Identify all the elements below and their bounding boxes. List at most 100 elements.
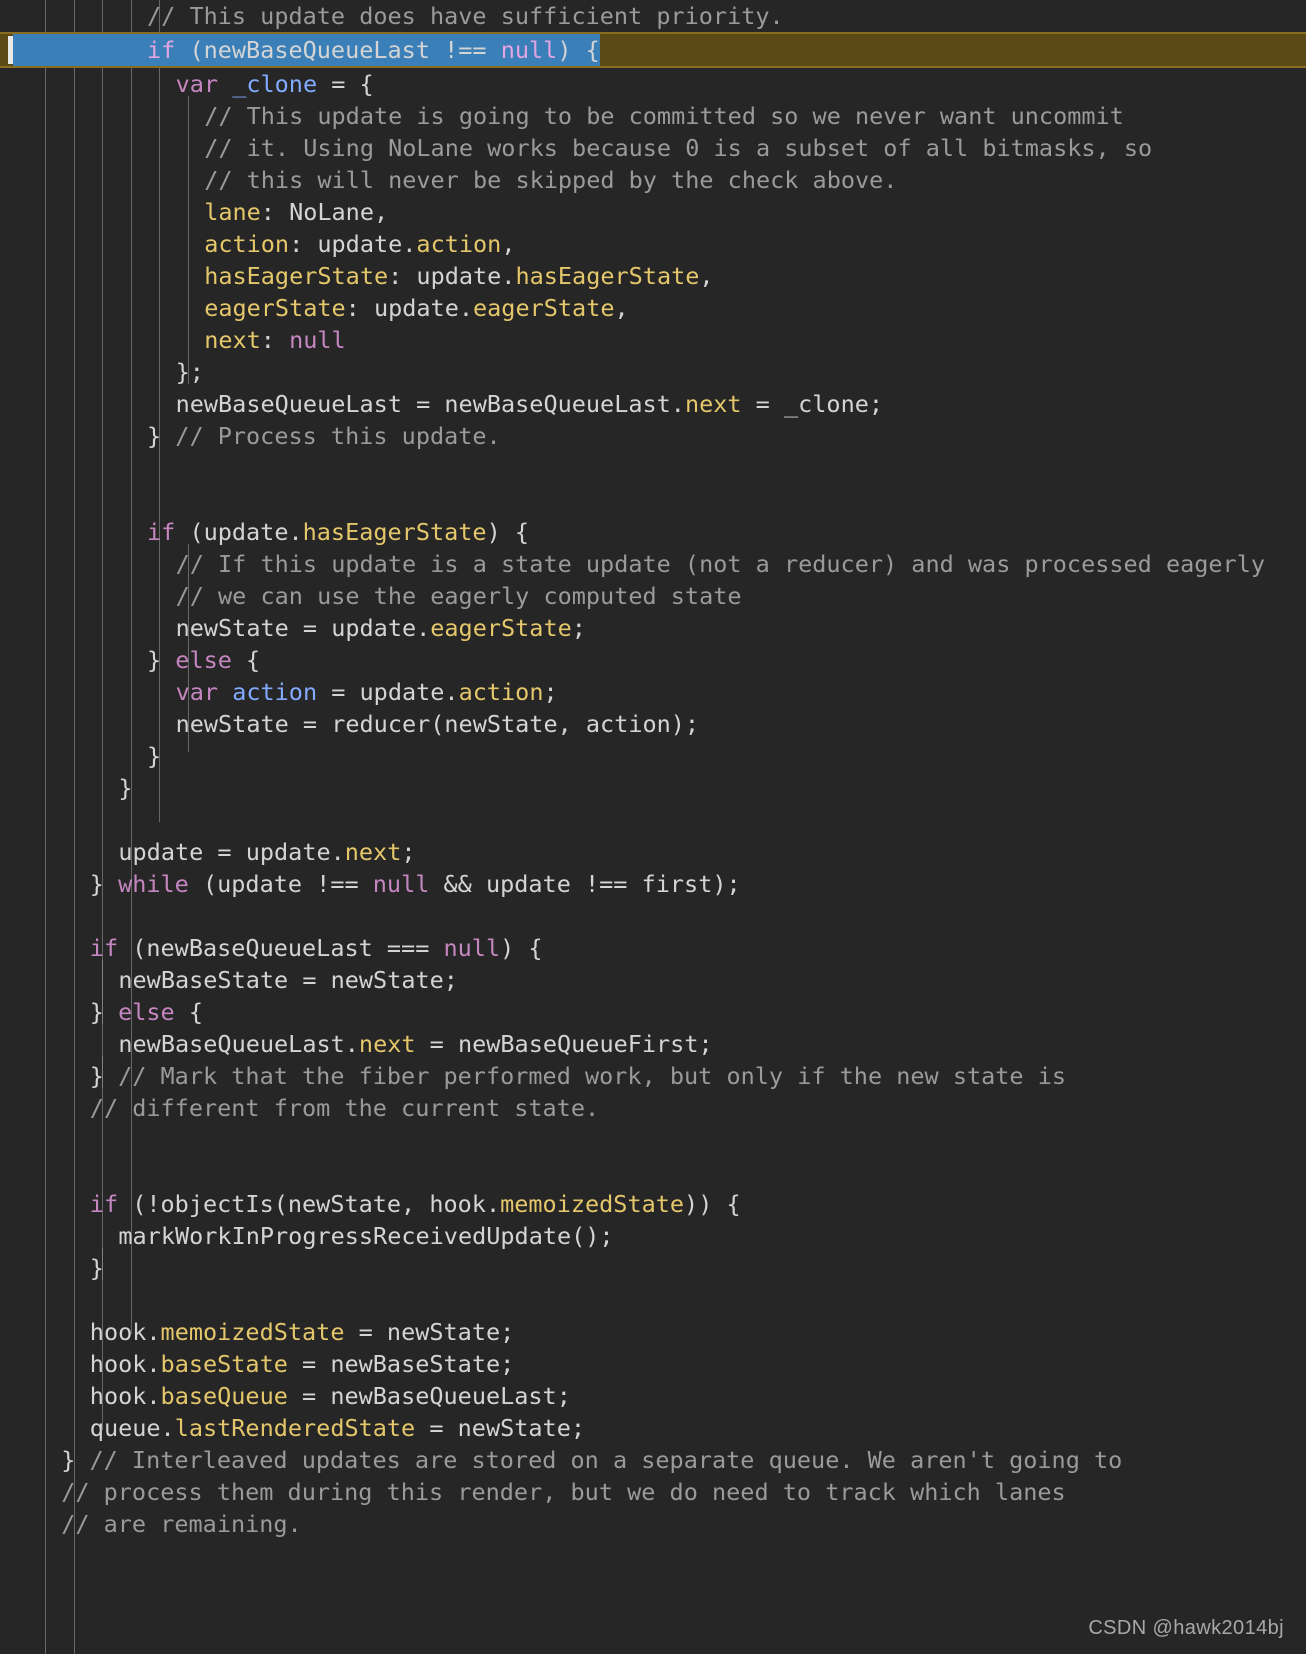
token-pl: : update.: [345, 294, 474, 322]
token-pr: baseState: [160, 1350, 288, 1378]
code-line[interactable]: var action = update.action;: [0, 676, 1306, 708]
token-kw: null: [500, 36, 558, 64]
code-line-text: var action = update.action;: [172, 676, 558, 708]
code-line[interactable]: } // Mark that the fiber performed work,…: [0, 1060, 1306, 1092]
code-line[interactable]: hook.baseState = newBaseState;: [0, 1348, 1306, 1380]
token-vr: action: [232, 678, 318, 706]
code-line[interactable]: // we can use the eagerly computed state: [0, 580, 1306, 612]
token-pr: action: [204, 230, 290, 258]
code-line-text: newState = reducer(newState, action);: [172, 708, 699, 740]
code-line-text: newState = update.eagerState;: [172, 612, 586, 644]
token-pl: (update.: [175, 518, 303, 546]
code-line[interactable]: next: null: [0, 324, 1306, 356]
code-line-text: // are remaining.: [57, 1508, 302, 1540]
code-editor[interactable]: // This update does have sufficient prio…: [0, 0, 1306, 1654]
code-line[interactable]: lane: NoLane,: [0, 196, 1306, 228]
code-line[interactable]: newBaseQueueLast = newBaseQueueLast.next…: [0, 388, 1306, 420]
code-line[interactable]: } while (update !== null && update !== f…: [0, 868, 1306, 900]
code-line-text: } // Mark that the fiber performed work,…: [86, 1060, 1066, 1092]
code-line-text: if (update.hasEagerState) {: [143, 516, 529, 548]
code-line[interactable]: queue.lastRenderedState = newState;: [0, 1412, 1306, 1444]
token-pl: (!objectIs(newState, hook.: [118, 1190, 501, 1218]
code-line[interactable]: // are remaining.: [0, 1508, 1306, 1540]
token-pr: next: [204, 326, 261, 354]
token-c: // Process this update.: [175, 422, 501, 450]
code-line-text: eagerState: update.eagerState,: [200, 292, 628, 324]
code-content[interactable]: // This update does have sufficient prio…: [0, 0, 1306, 1540]
token-c: // we can use the eagerly computed state: [175, 582, 742, 610]
code-line[interactable]: }: [0, 740, 1306, 772]
token-pl: (newBaseQueueLast !==: [175, 36, 501, 64]
token-pl: ,: [614, 294, 629, 322]
token-pl: ,: [501, 230, 516, 258]
code-line[interactable]: [0, 1124, 1306, 1156]
token-pl: (newBaseQueueLast ===: [118, 934, 444, 962]
token-pl: }: [147, 646, 176, 674]
token-pr: memoizedState: [500, 1190, 685, 1218]
token-pl: : update.: [388, 262, 516, 290]
code-line-text: newBaseQueueLast = newBaseQueueLast.next…: [172, 388, 883, 420]
code-line[interactable]: hasEagerState: update.hasEagerState,: [0, 260, 1306, 292]
token-c: // process them during this render, but …: [61, 1478, 1066, 1506]
token-pr: action: [458, 678, 544, 706]
code-line[interactable]: // This update does have sufficient prio…: [0, 0, 1306, 32]
code-line[interactable]: hook.memoizedState = newState;: [0, 1316, 1306, 1348]
code-line-text: // this will never be skipped by the che…: [200, 164, 897, 196]
code-line[interactable]: };: [0, 356, 1306, 388]
code-line[interactable]: [0, 804, 1306, 836]
token-kw: null: [443, 934, 501, 962]
token-pl: update = update.: [118, 838, 345, 866]
code-line[interactable]: [0, 484, 1306, 516]
code-line[interactable]: // this will never be skipped by the che…: [0, 164, 1306, 196]
code-line[interactable]: [0, 1284, 1306, 1316]
code-line[interactable]: action: update.action,: [0, 228, 1306, 260]
code-line-text: } while (update !== null && update !== f…: [86, 868, 741, 900]
code-line[interactable]: } else {: [0, 996, 1306, 1028]
code-line[interactable]: newState = update.eagerState;: [0, 612, 1306, 644]
code-line[interactable]: update = update.next;: [0, 836, 1306, 868]
code-line[interactable]: // If this update is a state update (not…: [0, 548, 1306, 580]
code-line[interactable]: eagerState: update.eagerState,: [0, 292, 1306, 324]
token-pl: )) {: [684, 1190, 741, 1218]
token-pl: ;: [401, 838, 416, 866]
code-line[interactable]: } // Process this update.: [0, 420, 1306, 452]
token-pr: eagerState: [473, 294, 615, 322]
code-line[interactable]: if (newBaseQueueLast === null) {: [0, 932, 1306, 964]
code-line[interactable]: // process them during this render, but …: [0, 1476, 1306, 1508]
token-pl: }: [89, 1254, 104, 1282]
code-line-text: if (!objectIs(newState, hook.memoizedSta…: [86, 1188, 741, 1220]
code-line[interactable]: [0, 452, 1306, 484]
token-c: // This update does have sufficient prio…: [147, 2, 784, 30]
code-line-text: next: null: [200, 324, 345, 356]
code-line[interactable]: if (update.hasEagerState) {: [0, 516, 1306, 548]
code-line[interactable]: hook.baseQueue = newBaseQueueLast;: [0, 1380, 1306, 1412]
code-line[interactable]: } else {: [0, 644, 1306, 676]
token-pl: = newState;: [344, 1318, 515, 1346]
token-pl: newBaseState = newState;: [118, 966, 458, 994]
code-line[interactable]: [0, 900, 1306, 932]
code-line[interactable]: markWorkInProgressReceivedUpdate();: [0, 1220, 1306, 1252]
code-line-text: // different from the current state.: [86, 1092, 599, 1124]
code-line[interactable]: } // Interleaved updates are stored on a…: [0, 1444, 1306, 1476]
token-vr: _clone: [232, 70, 318, 98]
token-pr: baseQueue: [160, 1382, 288, 1410]
code-line[interactable]: // This update is going to be committed …: [0, 100, 1306, 132]
token-pr: eagerState: [430, 614, 572, 642]
token-pl: ;: [543, 678, 558, 706]
token-pl: newBaseQueueLast.: [118, 1030, 359, 1058]
code-line[interactable]: newBaseQueueLast.next = newBaseQueueFirs…: [0, 1028, 1306, 1060]
code-line[interactable]: // it. Using NoLane works because 0 is a…: [0, 132, 1306, 164]
token-pl: ) {: [500, 934, 543, 962]
code-line[interactable]: newBaseState = newState;: [0, 964, 1306, 996]
code-line[interactable]: }: [0, 772, 1306, 804]
code-line[interactable]: [0, 1156, 1306, 1188]
token-pr: next: [358, 1030, 416, 1058]
code-line[interactable]: if (!objectIs(newState, hook.memoizedSta…: [0, 1188, 1306, 1220]
token-c: // it. Using NoLane works because 0 is a…: [204, 134, 1153, 162]
code-line-current[interactable]: if (newBaseQueueLast !== null) {: [0, 32, 1306, 68]
code-line[interactable]: var _clone = {: [0, 68, 1306, 100]
code-line[interactable]: newState = reducer(newState, action);: [0, 708, 1306, 740]
code-line[interactable]: // different from the current state.: [0, 1092, 1306, 1124]
code-line[interactable]: }: [0, 1252, 1306, 1284]
